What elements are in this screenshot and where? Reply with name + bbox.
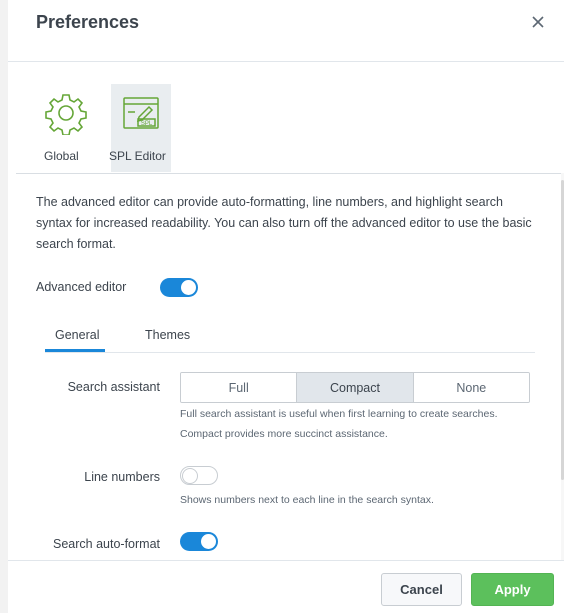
option-full[interactable]: Full: [181, 373, 298, 402]
search-assistant-label: Search assistant: [67, 380, 160, 394]
active-tab-indicator: [45, 349, 105, 352]
search-auto-format-label: Search auto-format: [53, 537, 160, 551]
close-icon[interactable]: [528, 12, 548, 32]
toggle-knob: [182, 468, 198, 484]
dialog-title: Preferences: [36, 12, 140, 32]
preferences-dialog: Preferences Global SPL SPL Editor The ad…: [8, 0, 564, 613]
section-divider: [16, 173, 564, 174]
option-compact[interactable]: Compact: [297, 373, 414, 402]
advanced-editor-label: Advanced editor: [36, 280, 127, 294]
line-numbers-help: Shows numbers next to each line in the s…: [180, 494, 434, 506]
category-spl-editor[interactable]: SPL: [111, 84, 171, 148]
cancel-button[interactable]: Cancel: [381, 573, 462, 606]
category-spl-editor-label: SPL Editor: [109, 149, 166, 163]
category-global-label: Global: [44, 149, 79, 163]
search-auto-format-toggle[interactable]: [180, 532, 218, 551]
toggle-knob: [181, 280, 196, 295]
tab-themes[interactable]: Themes: [145, 328, 190, 342]
advanced-editor-toggle[interactable]: [160, 278, 198, 297]
category-global[interactable]: [37, 86, 95, 144]
gear-icon: [44, 91, 88, 140]
apply-button[interactable]: Apply: [471, 573, 554, 606]
toggle-knob: [201, 534, 216, 549]
search-assistant-selector: Full Compact None: [180, 372, 530, 403]
spl-icon-text: SPL: [141, 121, 153, 127]
editor-description: The advanced editor can provide auto-for…: [36, 195, 532, 251]
line-numbers-toggle[interactable]: [180, 466, 218, 485]
dialog-header: Preferences: [8, 0, 564, 62]
line-numbers-label: Line numbers: [84, 470, 160, 484]
option-none[interactable]: None: [413, 373, 529, 402]
spl-editor-icon: SPL: [119, 93, 163, 140]
dialog-footer: Cancel Apply: [8, 560, 564, 613]
search-assistant-help: Full search assistant is useful when fir…: [180, 408, 498, 440]
tab-general[interactable]: General: [55, 328, 99, 342]
tabs-divider: [45, 352, 535, 353]
